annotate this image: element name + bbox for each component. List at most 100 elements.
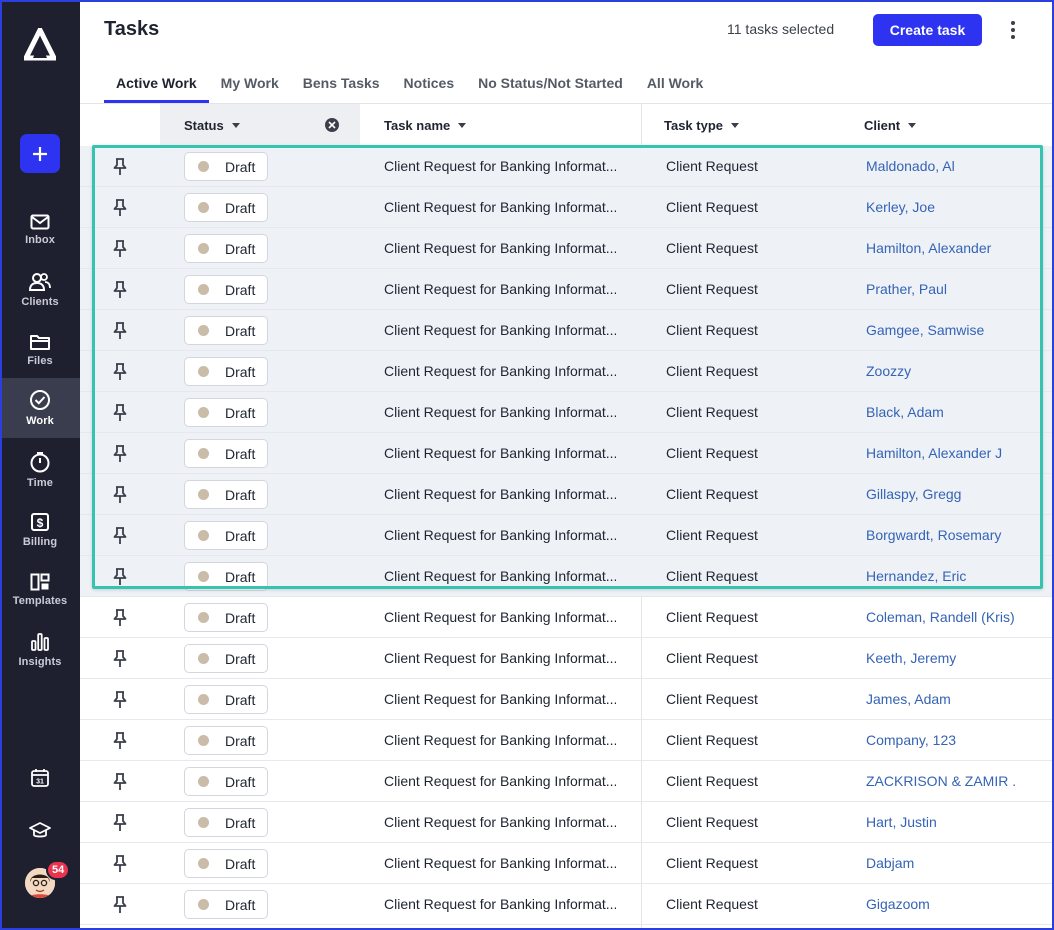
status-pill[interactable]: Draft: [184, 275, 268, 304]
client-link[interactable]: ZACKRISON & ZAMIR ...: [866, 773, 1016, 789]
task-name-cell[interactable]: Client Request for Banking Informat...: [384, 158, 616, 174]
pin-icon[interactable]: [112, 855, 128, 873]
column-header-status[interactable]: Status: [184, 104, 240, 146]
table-row[interactable]: Draft Client Request for Banking Informat…: [80, 187, 1054, 228]
column-header-task-type[interactable]: Task type: [664, 104, 740, 146]
pin-icon[interactable]: [112, 199, 128, 217]
calendar-icon[interactable]: 31: [28, 766, 52, 790]
client-link[interactable]: Hamilton, Alexander J: [866, 445, 1016, 461]
table-row[interactable]: Draft Client Request for Banking Informat…: [80, 474, 1054, 515]
status-pill[interactable]: Draft: [184, 193, 268, 222]
tab-no-status[interactable]: No Status/Not Started: [466, 64, 635, 102]
status-pill[interactable]: Draft: [184, 808, 268, 837]
sidebar-item-clients[interactable]: Clients: [0, 260, 80, 320]
client-link[interactable]: Black, Adam: [866, 404, 1016, 420]
status-pill[interactable]: Draft: [184, 603, 268, 632]
table-row[interactable]: Draft Client Request for Banking Informat…: [80, 392, 1054, 433]
sidebar-item-work[interactable]: Work: [0, 378, 80, 438]
graduation-cap-icon[interactable]: [28, 819, 52, 843]
client-link[interactable]: Gigazoom: [866, 896, 1016, 912]
sidebar-item-templates[interactable]: Templates: [0, 560, 80, 620]
sidebar-item-inbox[interactable]: Inbox: [0, 200, 80, 260]
task-name-cell[interactable]: Client Request for Banking Informat...: [384, 199, 616, 215]
pin-icon[interactable]: [112, 609, 128, 627]
task-name-cell[interactable]: Client Request for Banking Informat...: [384, 445, 616, 461]
quick-add-button[interactable]: [20, 134, 60, 173]
task-name-cell[interactable]: Client Request for Banking Informat...: [384, 896, 616, 912]
client-link[interactable]: Company, 123: [866, 732, 1016, 748]
client-link[interactable]: Gillaspy, Gregg: [866, 486, 1016, 502]
status-pill[interactable]: Draft: [184, 890, 268, 919]
status-pill[interactable]: Draft: [184, 234, 268, 263]
column-header-task-name[interactable]: Task name: [384, 104, 467, 146]
client-link[interactable]: Maldonado, Al: [866, 158, 1016, 174]
status-pill[interactable]: Draft: [184, 152, 268, 181]
pin-icon[interactable]: [112, 568, 128, 586]
task-name-cell[interactable]: Client Request for Banking Informat...: [384, 814, 616, 830]
status-pill[interactable]: Draft: [184, 644, 268, 673]
client-link[interactable]: Keeth, Jeremy: [866, 650, 1016, 666]
status-pill[interactable]: Draft: [184, 357, 268, 386]
client-link[interactable]: James, Adam: [866, 691, 1016, 707]
table-row[interactable]: Draft Client Request for Banking Informat…: [80, 351, 1054, 392]
table-row[interactable]: Draft Client Request for Banking Informat…: [80, 310, 1054, 351]
table-row[interactable]: Draft Client Request for Banking Informat…: [80, 679, 1054, 720]
client-link[interactable]: Hart, Justin: [866, 814, 1016, 830]
table-row[interactable]: Draft Client Request for Banking Informat…: [80, 597, 1054, 638]
table-row[interactable]: Draft Client Request for Banking Informat…: [80, 761, 1054, 802]
table-row[interactable]: Draft Client Request for Banking Informat…: [80, 556, 1054, 597]
column-header-client[interactable]: Client: [864, 104, 917, 146]
client-link[interactable]: Coleman, Randell (Kris): [866, 609, 1016, 625]
pin-icon[interactable]: [112, 486, 128, 504]
status-pill[interactable]: Draft: [184, 849, 268, 878]
clear-filter-icon[interactable]: [325, 118, 339, 132]
pin-icon[interactable]: [112, 732, 128, 750]
table-row[interactable]: Draft Client Request for Banking Informat…: [80, 269, 1054, 310]
tab-active-work[interactable]: Active Work: [104, 64, 209, 103]
table-row[interactable]: Draft Client Request for Banking Informat…: [80, 802, 1054, 843]
task-name-cell[interactable]: Client Request for Banking Informat...: [384, 322, 616, 338]
status-pill[interactable]: Draft: [184, 316, 268, 345]
sidebar-item-billing[interactable]: $ Billing: [0, 500, 80, 560]
pin-icon[interactable]: [112, 363, 128, 381]
task-name-cell[interactable]: Client Request for Banking Informat...: [384, 568, 616, 584]
app-logo-icon[interactable]: [21, 24, 59, 62]
client-link[interactable]: Dabjam: [866, 855, 1016, 871]
status-pill[interactable]: Draft: [184, 562, 268, 591]
task-name-cell[interactable]: Client Request for Banking Informat...: [384, 609, 616, 625]
pin-icon[interactable]: [112, 281, 128, 299]
more-options-icon[interactable]: [1003, 18, 1023, 42]
task-name-cell[interactable]: Client Request for Banking Informat...: [384, 486, 616, 502]
client-link[interactable]: Hernandez, Eric: [866, 568, 1016, 584]
table-row[interactable]: Draft Client Request for Banking Informat…: [80, 720, 1054, 761]
client-link[interactable]: Hamilton, Alexander: [866, 240, 1016, 256]
sidebar-item-files[interactable]: Files: [0, 320, 80, 380]
task-name-cell[interactable]: Client Request for Banking Informat...: [384, 691, 616, 707]
tab-all-work[interactable]: All Work: [635, 64, 716, 102]
pin-icon[interactable]: [112, 896, 128, 914]
table-row[interactable]: Draft Client Request for Banking Informat…: [80, 433, 1054, 474]
pin-icon[interactable]: [112, 404, 128, 422]
status-pill[interactable]: Draft: [184, 767, 268, 796]
table-row[interactable]: Draft Client Request for Banking Informat…: [80, 638, 1054, 679]
task-name-cell[interactable]: Client Request for Banking Informat...: [384, 281, 616, 297]
table-row[interactable]: Draft Client Request for Banking Informat…: [80, 146, 1054, 187]
pin-icon[interactable]: [112, 691, 128, 709]
client-link[interactable]: Prather, Paul: [866, 281, 1016, 297]
client-link[interactable]: Gamgee, Samwise: [866, 322, 1016, 338]
task-name-cell[interactable]: Client Request for Banking Informat...: [384, 404, 616, 420]
task-name-cell[interactable]: Client Request for Banking Informat...: [384, 363, 616, 379]
client-link[interactable]: Kerley, Joe: [866, 199, 1016, 215]
sidebar-item-time[interactable]: Time: [0, 440, 80, 500]
task-name-cell[interactable]: Client Request for Banking Informat...: [384, 650, 616, 666]
status-pill[interactable]: Draft: [184, 398, 268, 427]
task-name-cell[interactable]: Client Request for Banking Informat...: [384, 240, 616, 256]
pin-icon[interactable]: [112, 814, 128, 832]
table-row[interactable]: Draft Client Request for Banking Informat…: [80, 884, 1054, 925]
pin-icon[interactable]: [112, 650, 128, 668]
pin-icon[interactable]: [112, 240, 128, 258]
status-pill[interactable]: Draft: [184, 480, 268, 509]
status-pill[interactable]: Draft: [184, 685, 268, 714]
client-link[interactable]: Borgwardt, Rosemary: [866, 527, 1016, 543]
sidebar-item-insights[interactable]: Insights: [0, 620, 80, 680]
